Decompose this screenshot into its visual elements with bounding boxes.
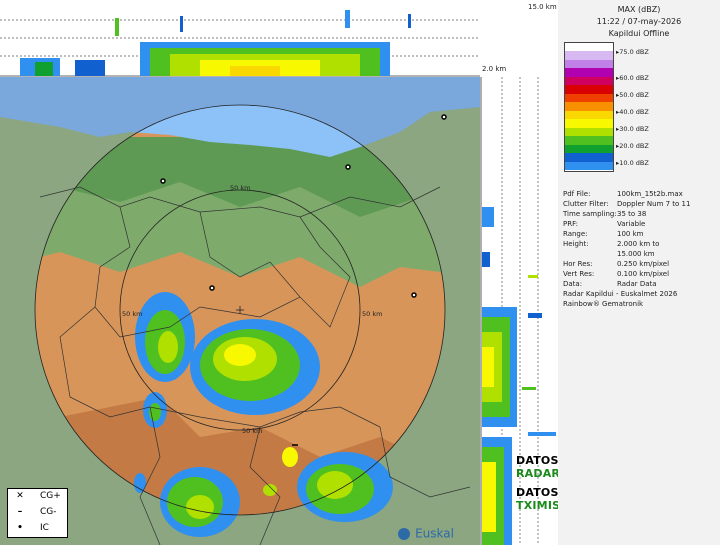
info-row: Clutter Filter: Doppler Num 7 to 11 (563, 200, 690, 208)
top-strip-base-label: 2.0 km (482, 65, 507, 73)
cg-minus-icon: – (17, 507, 23, 517)
info-value: 0.100 km/pixel (617, 270, 670, 278)
panel-datetime: 11:22 / 07-may-2026 (596, 17, 682, 26)
info-value: Radar Data (617, 280, 657, 288)
panel-station: Kapildui Offline (608, 29, 670, 38)
scale-swatch (565, 153, 613, 162)
info-panel: MAX (dBZ) 11:22 / 07-may-2026 Kapildui O… (558, 0, 720, 545)
scale-swatch (565, 127, 613, 136)
logo-icon (398, 527, 410, 540)
info-value: 0.250 km/pixel (617, 260, 670, 268)
info-value: 15.000 km (617, 250, 655, 258)
range-label-south: 50 km (242, 427, 262, 435)
scale-swatch (565, 161, 613, 170)
dbz-scale-labels: ▸75.0 dBZ ▸60.0 dBZ ▸50.0 dBZ ▸40.0 dBZ ▸30.… (616, 42, 716, 170)
info-value: 100km_15t2b.max (617, 190, 683, 198)
range-label-north: 50 km (230, 184, 250, 192)
info-row: Pdf File: 100km_15t2b.max (563, 190, 683, 198)
cg-plus-icon: ✕ (16, 491, 24, 501)
info-value: 35 to 38 (617, 210, 647, 218)
scale-label: ▸10.0 dBZ (616, 158, 649, 167)
info-row: Data: Radar Data (563, 280, 657, 288)
scale-label: ▸40.0 dBZ (616, 107, 649, 116)
info-key: Time sampling: (563, 210, 617, 218)
panel-credit-software: Rainbow® Gematronik (563, 300, 644, 308)
info-value: 2.000 km to (617, 240, 660, 248)
scale-swatch (565, 68, 613, 77)
info-key: Hor Res: (563, 260, 593, 268)
info-key: Pdf File: (563, 190, 591, 198)
info-key: Clutter Filter: (563, 200, 609, 208)
scale-swatch (565, 59, 613, 68)
scale-label: ▸75.0 dBZ (616, 48, 649, 56)
legend-label: CG- (40, 507, 57, 517)
panel-title: MAX (dBZ) (617, 5, 661, 14)
range-label-west: 50 km (122, 310, 142, 318)
radar-map: 50 km 50 km 50 km 50 km Euskal (0, 77, 480, 545)
info-row: 15.000 km (563, 250, 655, 258)
scale-label: ▸60.0 dBZ (616, 73, 649, 82)
info-value: Doppler Num 7 to 11 (617, 200, 691, 208)
scale-label: ▸30.0 dBZ (616, 124, 649, 133)
top-strip-height-label: 15.0 km (528, 3, 557, 11)
range-label-east: 50 km (362, 310, 382, 318)
scale-label: ▸20.0 dBZ (616, 141, 649, 150)
scale-swatch (565, 144, 613, 153)
info-value: 100 km (617, 230, 644, 238)
info-row: PRF: Variable (563, 220, 645, 228)
scale-label: ▸50.0 dBZ (616, 90, 649, 99)
info-key: Data: (563, 280, 583, 288)
lightning-legend: ✕ CG+ – CG- • IC (7, 488, 68, 538)
info-key: Vert Res: (563, 270, 595, 278)
scale-swatch (565, 136, 613, 145)
info-row: Time sampling:35 to 38 (563, 210, 646, 218)
scale-swatch (565, 93, 613, 102)
scale-swatch (565, 110, 613, 119)
scale-swatch (565, 119, 613, 128)
info-key: PRF: (563, 220, 578, 228)
info-value: Variable (617, 220, 646, 228)
scale-swatch (565, 76, 613, 85)
radar-map-canvas: 50 km 50 km 50 km 50 km (0, 77, 480, 545)
euskalmet-logo: Euskal (398, 523, 454, 542)
info-row: Height: 2.000 km to (563, 240, 659, 248)
scale-swatch (565, 51, 613, 60)
info-row: Hor Res: 0.250 km/pixel (563, 260, 669, 268)
scale-swatch (565, 85, 613, 94)
legend-label: CG+ (40, 491, 61, 501)
panel-credit-radar: Radar Kapildui - Euskalmet 2026 (563, 290, 678, 298)
scale-swatch (565, 102, 613, 111)
info-key: Range: (563, 230, 588, 238)
top-profile-strip (0, 0, 480, 77)
top-profile-canvas (0, 10, 480, 77)
logo-text: Euskal (415, 526, 454, 541)
info-row: Range: 100 km (563, 230, 643, 238)
ic-icon: • (17, 523, 23, 533)
info-row: Vert Res: 0.100 km/pixel (563, 270, 669, 278)
info-key: Height: (563, 240, 589, 248)
legend-label: IC (40, 523, 49, 533)
dbz-color-scale (564, 42, 614, 172)
